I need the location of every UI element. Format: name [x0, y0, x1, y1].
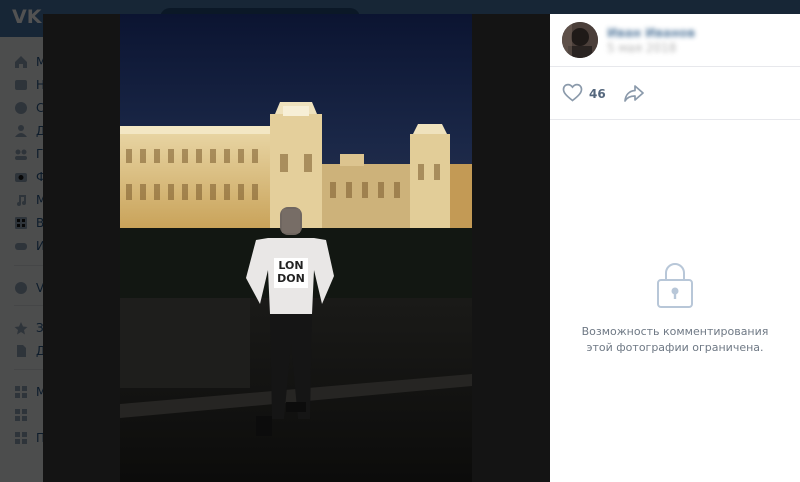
- comments-restricted-notice: Возможность комментирования этой фотогра…: [550, 260, 800, 356]
- lock-icon: [657, 263, 693, 308]
- avatar[interactable]: [562, 22, 598, 58]
- share-arrow-icon: [623, 85, 645, 108]
- heart-icon: [562, 83, 583, 106]
- photo-side-panel: Иван Иванов 5 мая 2018 46 Возможность ко…: [550, 14, 800, 482]
- shirt-text-line-1: LON: [278, 259, 303, 272]
- comments-restricted-text: Возможность комментирования этой фотогра…: [581, 325, 769, 354]
- like-button[interactable]: 46: [562, 83, 606, 105]
- author-block: Иван Иванов 5 мая 2018: [550, 14, 800, 67]
- photo-viewer: LON DON Иван Иванов 5 мая 2018 46 Возмож…: [43, 14, 800, 482]
- photo-date: 5 мая 2018: [607, 41, 677, 55]
- photo[interactable]: LON DON: [120, 14, 472, 482]
- photo-image: LON DON: [120, 14, 472, 482]
- author-name[interactable]: Иван Иванов: [607, 26, 695, 40]
- like-count: 46: [589, 87, 606, 101]
- share-button[interactable]: [623, 84, 645, 104]
- photo-actions: 46: [550, 67, 800, 120]
- shirt-text-line-2: DON: [277, 272, 305, 285]
